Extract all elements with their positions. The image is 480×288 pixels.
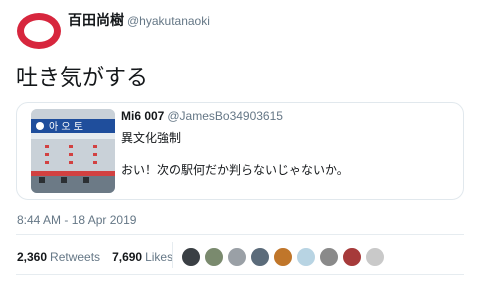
- liker-avatar[interactable]: [250, 247, 270, 267]
- engagement-stats: 2,360 Retweets 7,690 Likes: [17, 250, 173, 264]
- tweet-text: 吐き気がする: [16, 65, 149, 90]
- likes-label: Likes: [145, 250, 174, 264]
- quoted-tweet-thumbnail[interactable]: 아 오 토: [31, 109, 115, 193]
- thumbnail-text: 아 오 토: [49, 121, 83, 133]
- author-name[interactable]: 百田尚樹: [68, 12, 124, 28]
- author-avatar[interactable]: [16, 8, 61, 53]
- quoted-text-line-2: おい！次の駅何だか判らないじゃないか。: [121, 163, 349, 177]
- liker-avatar[interactable]: [342, 247, 362, 267]
- retweets-count: 2,360: [17, 250, 48, 264]
- tweet-timestamp[interactable]: 8:44 AM - 18 Apr 2019: [17, 213, 136, 227]
- author-handle[interactable]: @hyakutanaoki: [127, 14, 210, 28]
- liker-avatar[interactable]: [296, 247, 316, 267]
- train-display-image: 아 오 토: [31, 109, 115, 193]
- retweets-stat[interactable]: 2,360 Retweets: [17, 250, 100, 264]
- quoted-text-line-1: 異文化強制: [121, 131, 182, 145]
- quoted-author-name[interactable]: Mi6 007: [121, 109, 164, 123]
- liker-avatar[interactable]: [273, 247, 293, 267]
- liker-avatar[interactable]: [227, 247, 247, 267]
- avatar-logo-icon: [16, 12, 61, 49]
- liker-avatar[interactable]: [319, 247, 339, 267]
- quoted-author-row[interactable]: Mi6 007 @JamesBo34903615: [121, 109, 283, 123]
- liker-avatar[interactable]: [365, 247, 385, 267]
- liker-avatars: [181, 247, 388, 267]
- stats-divider: [172, 242, 173, 268]
- quoted-tweet-card[interactable]: 아 오 토 Mi6 007 @JamesBo34903615 異文化強制 おい！次…: [16, 102, 464, 200]
- author-name-row[interactable]: 百田尚樹 @hyakutanaoki: [68, 10, 210, 30]
- quoted-author-handle[interactable]: @JamesBo34903615: [167, 109, 283, 123]
- retweets-label: Retweets: [50, 250, 101, 264]
- liker-avatar[interactable]: [181, 247, 201, 267]
- likes-stat[interactable]: 7,690 Likes: [112, 250, 173, 264]
- divider: [16, 274, 464, 275]
- divider: [16, 234, 464, 235]
- likes-count: 7,690: [112, 250, 143, 264]
- liker-avatar[interactable]: [204, 247, 224, 267]
